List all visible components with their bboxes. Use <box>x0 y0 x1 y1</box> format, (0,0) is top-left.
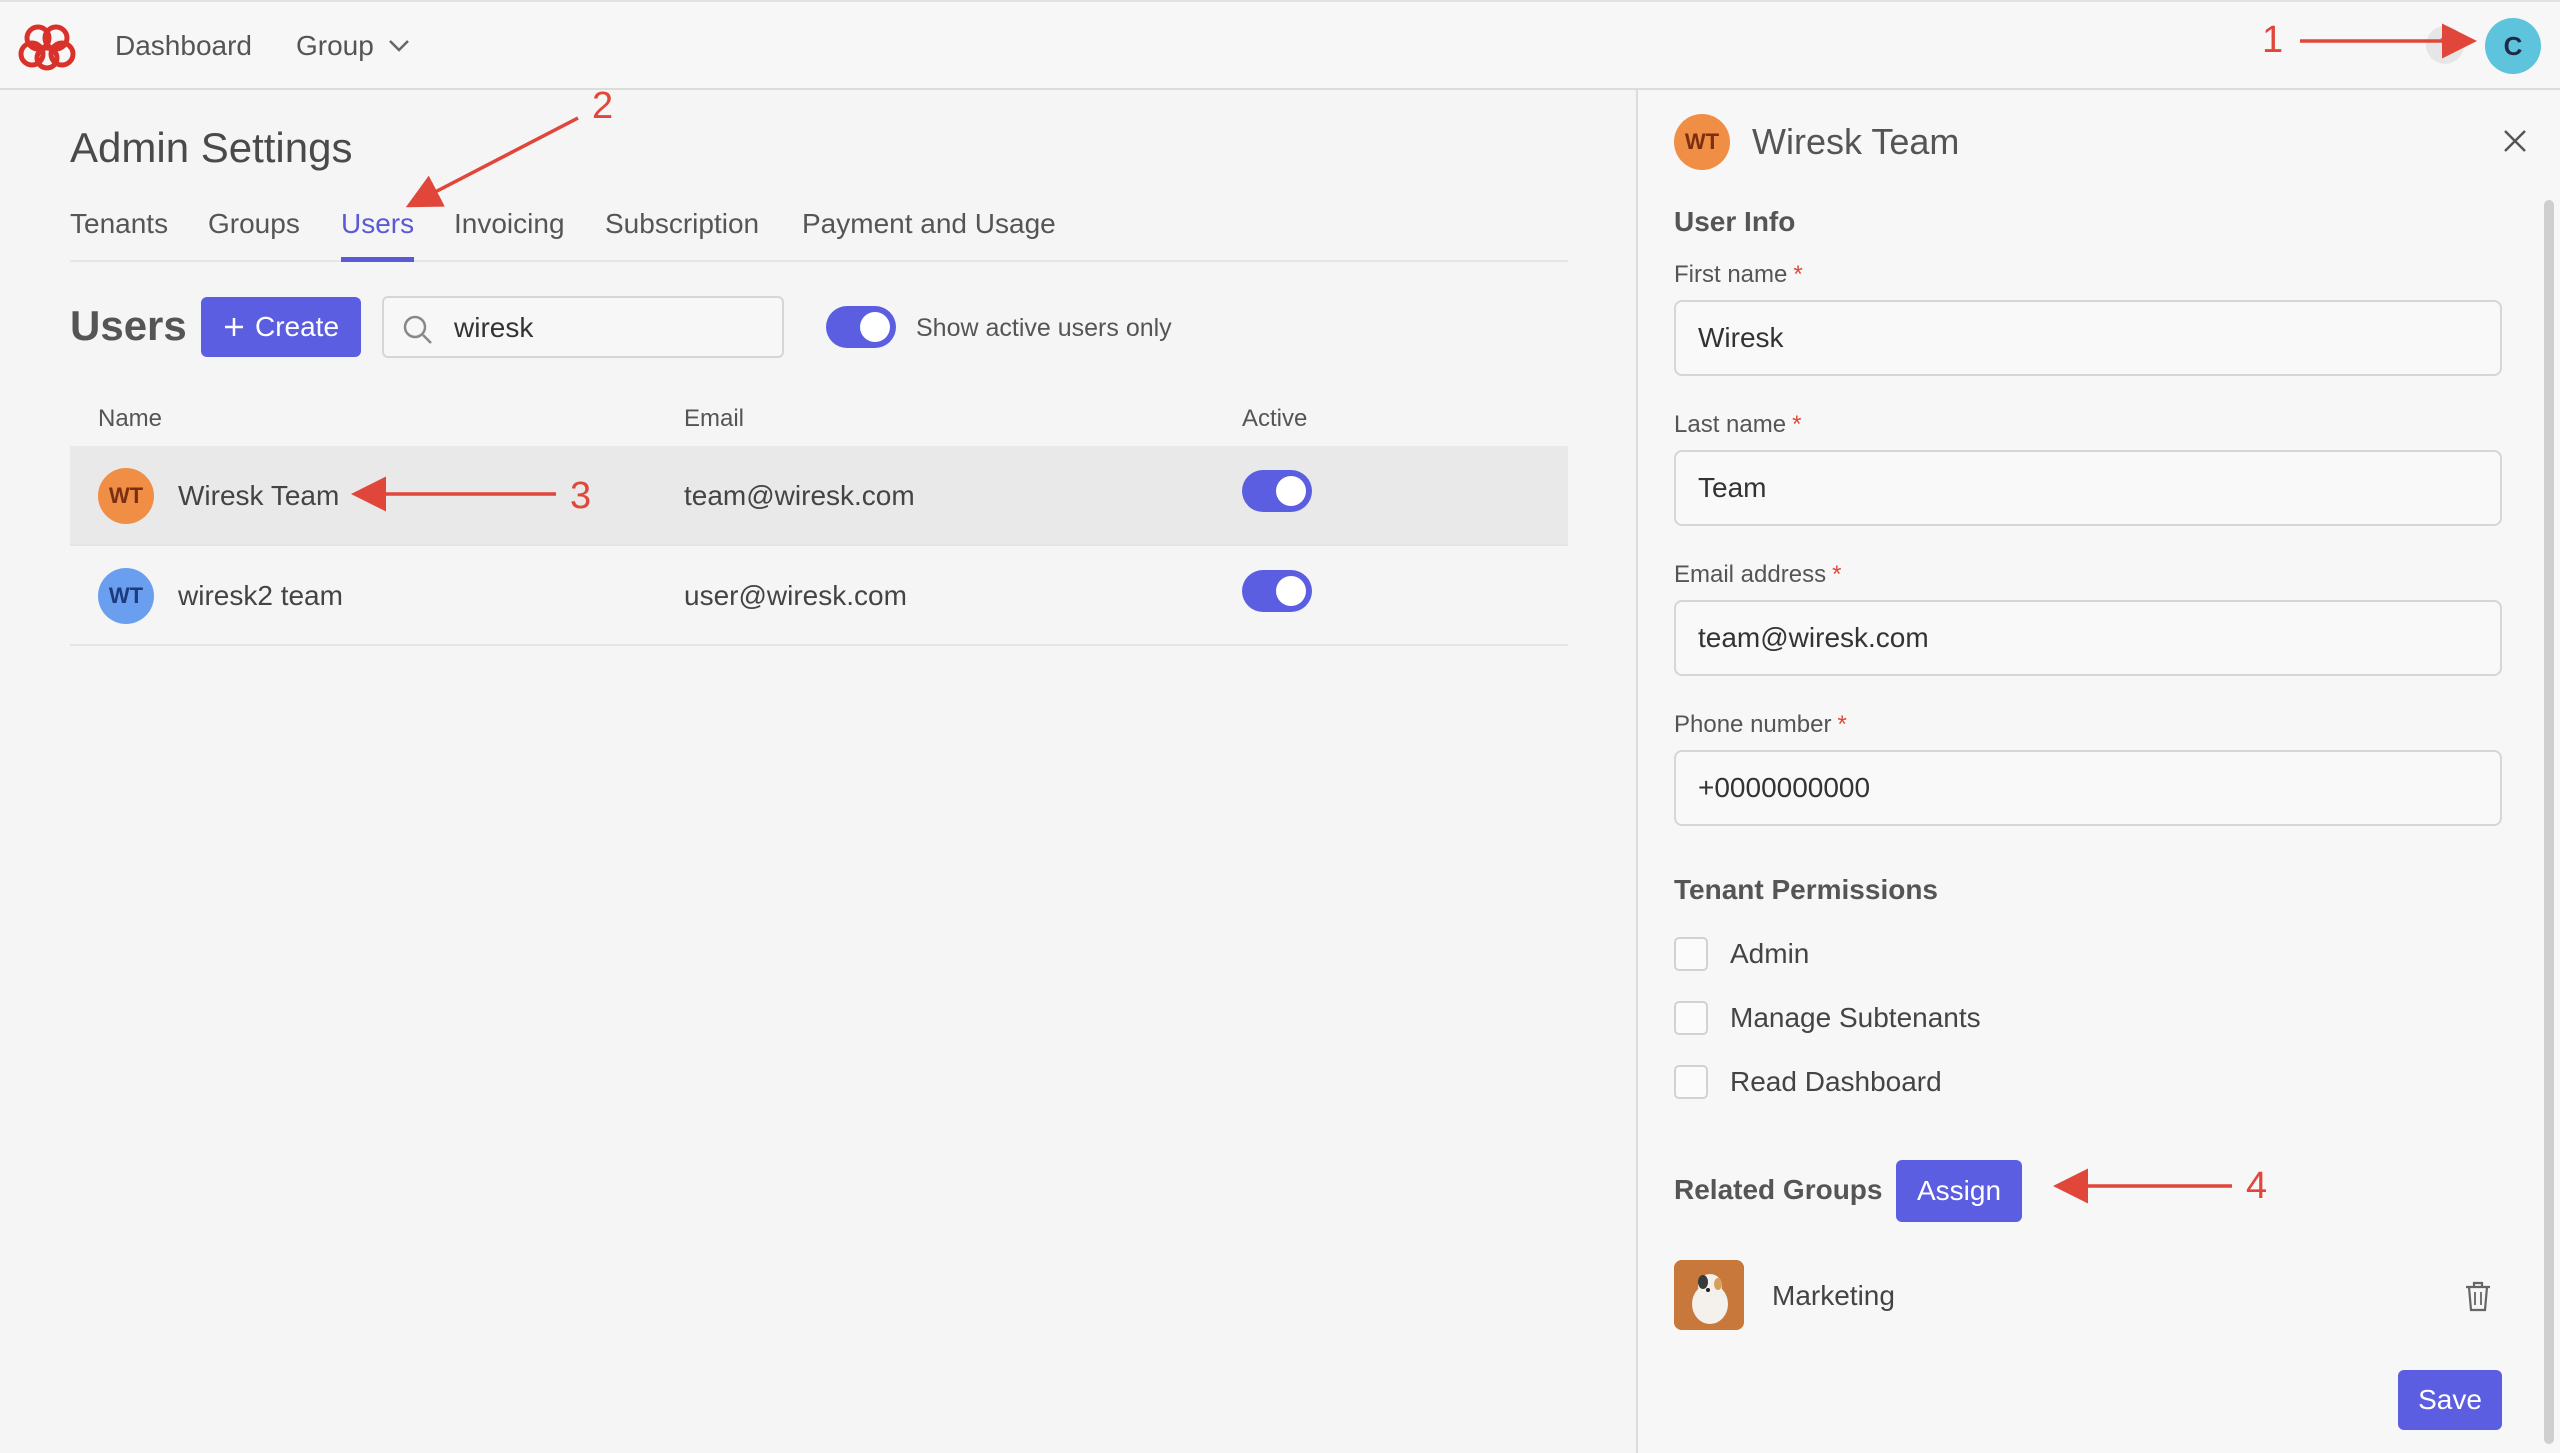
group-name: Marketing <box>1772 1280 1895 1311</box>
tab-invoicing[interactable]: Invoicing <box>454 204 565 262</box>
first-name-label-text: First name <box>1674 261 1788 288</box>
required-marker: * <box>1837 711 1847 738</box>
last-name-label-text: Last name <box>1674 411 1787 438</box>
tenant-permissions-title: Tenant Permissions <box>1674 874 1939 905</box>
column-header-active[interactable]: Active <box>1242 404 1307 434</box>
last-name-label: Last name * <box>1674 410 1801 440</box>
email-field[interactable] <box>1674 600 2502 676</box>
assign-button[interactable]: Assign <box>1896 1160 2022 1222</box>
save-button[interactable]: Save <box>2398 1370 2502 1430</box>
nav-group-dropdown[interactable]: Group <box>296 28 410 64</box>
column-header-name[interactable]: Name <box>98 404 162 434</box>
toggle-knob <box>1276 476 1306 506</box>
create-user-button[interactable]: Create <box>201 297 361 357</box>
user-active-toggle[interactable] <box>1242 570 1312 612</box>
app-logo-icon[interactable] <box>18 22 76 72</box>
user-email: user@wiresk.com <box>684 580 907 611</box>
permission-label: Manage Subtenants <box>1730 1002 1981 1033</box>
permission-manage-subtenants[interactable]: Manage Subtenants <box>1674 1000 1981 1036</box>
permission-admin[interactable]: Admin <box>1674 936 1809 972</box>
tab-subscription[interactable]: Subscription <box>605 204 759 262</box>
toggle-knob <box>860 312 890 342</box>
chevron-down-icon <box>388 40 409 52</box>
search-icon <box>403 315 432 344</box>
drawer-scrollbar[interactable] <box>2544 200 2554 1444</box>
search-input[interactable] <box>454 310 764 346</box>
settings-tabs: Tenants Groups Users Invoicing Subscript… <box>70 204 1568 262</box>
user-name: Wiresk Team <box>178 480 340 511</box>
user-detail-drawer: WT Wiresk Team User Info First name* Las… <box>1636 90 2560 1453</box>
page-title: Admin Settings <box>70 124 353 171</box>
annotation-number: 3 <box>570 475 592 517</box>
phone-label-text: Phone number <box>1674 711 1832 738</box>
plus-icon <box>224 318 243 336</box>
phone-label: Phone number * <box>1674 710 1847 740</box>
checkbox[interactable] <box>1674 1001 1708 1035</box>
checkbox[interactable] <box>1674 1065 1708 1099</box>
create-button-label: Create <box>254 311 340 342</box>
user-active-toggle[interactable] <box>1242 470 1312 512</box>
close-icon[interactable] <box>2500 126 2530 156</box>
last-name-field[interactable] <box>1674 450 2502 526</box>
drawer-title: Wiresk Team <box>1752 121 1960 162</box>
group-image <box>1674 1260 1744 1330</box>
top-bar: Dashboard Group ? C <box>0 0 2560 90</box>
search-box <box>382 296 784 358</box>
permission-label: Read Dashboard <box>1730 1066 1942 1097</box>
user-email: team@wiresk.com <box>684 480 915 511</box>
annotation-number: 4 <box>2246 1165 2268 1207</box>
trash-icon[interactable] <box>2464 1280 2492 1312</box>
tab-tenants[interactable]: Tenants <box>70 204 168 262</box>
related-groups-title: Related Groups <box>1674 1174 1883 1205</box>
nav-dashboard[interactable]: Dashboard <box>115 28 252 64</box>
permission-label: Admin <box>1730 938 1810 969</box>
permission-read-dashboard[interactable]: Read Dashboard <box>1674 1064 1942 1100</box>
show-active-only-toggle[interactable] <box>826 306 896 348</box>
tab-groups[interactable]: Groups <box>208 204 300 262</box>
required-marker: * <box>1832 561 1842 588</box>
required-marker: * <box>1793 261 1803 288</box>
user-avatar[interactable]: C <box>2485 18 2541 74</box>
avatar: WT <box>98 568 154 624</box>
tab-payment-and-usage[interactable]: Payment and Usage <box>802 204 1056 262</box>
email-label-text: Email address <box>1674 561 1827 588</box>
help-icon[interactable]: ? <box>2426 26 2464 64</box>
toggle-knob <box>1276 576 1306 606</box>
group-illustration-icon <box>1674 1260 1744 1330</box>
annotation-number: 1 <box>2262 19 2284 61</box>
users-heading: Users <box>70 302 187 349</box>
nav-group-label: Group <box>296 30 374 61</box>
user-info-title: User Info <box>1674 206 1796 237</box>
table-row[interactable]: WT Wiresk Team team@wiresk.com <box>70 446 1568 546</box>
annotation-number: 2 <box>592 85 614 127</box>
first-name-field[interactable] <box>1674 300 2502 376</box>
phone-field[interactable] <box>1674 750 2502 826</box>
show-active-only-label: Show active users only <box>916 314 1172 342</box>
column-header-email[interactable]: Email <box>684 404 744 434</box>
required-marker: * <box>1792 411 1802 438</box>
drawer-avatar: WT <box>1674 114 1730 170</box>
checkbox[interactable] <box>1674 937 1708 971</box>
first-name-label: First name * <box>1674 260 1803 290</box>
user-name: wiresk2 team <box>178 580 343 611</box>
table-row[interactable]: WT wiresk2 team user@wiresk.com <box>70 546 1568 646</box>
avatar: WT <box>98 468 154 524</box>
tab-users[interactable]: Users <box>341 204 415 262</box>
annotation-arrow-2 <box>405 116 579 208</box>
email-label: Email address * <box>1674 560 1841 590</box>
